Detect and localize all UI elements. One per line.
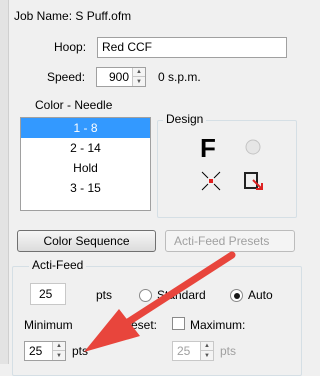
acti-feed-presets-button[interactable]: Acti-Feed Presets — [165, 230, 295, 252]
maximum-checkbox[interactable] — [172, 317, 185, 330]
hoop-combo[interactable]: Red CCF — [97, 37, 287, 58]
hoop-label: Hoop: — [54, 40, 87, 54]
auto-radio-label: Auto — [248, 288, 273, 302]
maximum-spin-buttons[interactable]: ▲ ▼ — [200, 342, 213, 360]
maximum-unit: pts — [220, 344, 237, 358]
acti-feed-value-field[interactable]: 25 — [30, 283, 66, 305]
spin-up-icon[interactable]: ▲ — [133, 68, 145, 77]
auto-radio[interactable] — [230, 289, 243, 302]
color-sequence-button[interactable]: Color Sequence — [17, 230, 156, 252]
list-item[interactable]: 1 - 8 — [21, 118, 150, 138]
minimum-label: Minimum — [24, 318, 73, 332]
color-sequence-button-label: Color Sequence — [43, 234, 130, 248]
acti-feed-unit: pts — [96, 288, 113, 302]
spin-down-icon[interactable]: ▼ — [53, 351, 65, 360]
font-icon[interactable]: F — [200, 133, 216, 164]
spin-up-icon[interactable]: ▲ — [53, 342, 65, 351]
minimum-value: 25 — [29, 344, 43, 358]
speed-value: 900 — [108, 70, 129, 84]
minimum-spinner[interactable]: 25 ▲ ▼ — [24, 341, 66, 361]
design-group-label: Design — [163, 112, 207, 126]
list-item[interactable]: 2 - 14 — [21, 138, 150, 158]
center-cross-icon[interactable] — [200, 170, 222, 192]
job-name-label: Job Name: S Puff.ofm — [14, 9, 132, 23]
acti-feed-presets-button-label: Acti-Feed Presets — [174, 234, 270, 248]
hoop-value: Red CCF — [102, 40, 153, 54]
speed-label: Speed: — [47, 70, 86, 84]
standard-radio[interactable] — [139, 289, 152, 302]
spin-down-icon[interactable]: ▼ — [201, 351, 213, 360]
maximum-value: 25 — [177, 344, 191, 358]
list-item[interactable]: Hold — [21, 158, 150, 178]
speed-spinner[interactable]: 900 ▲ ▼ — [96, 67, 146, 87]
maximum-label: Maximum: — [190, 318, 246, 332]
minimum-unit: pts — [72, 344, 89, 358]
left-panel-edge — [0, 0, 9, 364]
speed-spin-buttons[interactable]: ▲ ▼ — [132, 68, 145, 86]
design-group — [157, 120, 297, 218]
standard-radio-label: Standard — [157, 288, 206, 302]
minimum-spin-buttons[interactable]: ▲ ▼ — [52, 342, 65, 360]
acti-feed-label: Acti-Feed — [29, 258, 87, 272]
spin-up-icon[interactable]: ▲ — [201, 342, 213, 351]
spin-down-icon[interactable]: ▼ — [133, 77, 145, 86]
maximum-spinner[interactable]: 25 ▲ ▼ — [172, 341, 214, 361]
acti-feed-value: 25 — [39, 287, 53, 301]
list-item[interactable]: 3 - 15 — [21, 178, 150, 198]
speed-display: 0 s.p.m. — [158, 70, 201, 84]
frame-arrow-icon[interactable] — [243, 170, 265, 192]
color-needle-label: Color - Needle — [35, 98, 113, 112]
color-needle-list[interactable]: 1 - 8 2 - 14 Hold 3 - 15 — [20, 117, 151, 211]
circle-icon[interactable] — [244, 138, 262, 156]
preset-label: Preset: — [119, 318, 158, 332]
